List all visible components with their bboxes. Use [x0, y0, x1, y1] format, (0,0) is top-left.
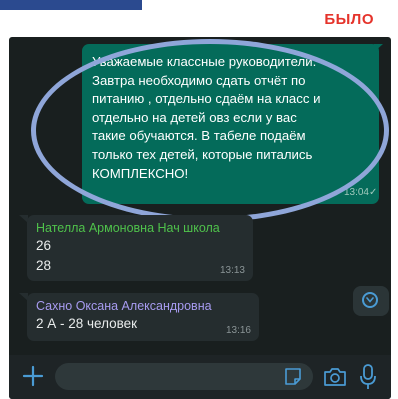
scroll-to-bottom-button[interactable] [353, 286, 389, 316]
microphone-icon[interactable] [358, 363, 378, 391]
before-label: БЫЛО [324, 11, 374, 28]
incoming-message[interactable]: Нателла Армоновна Нач школа 26 28 13:13 [27, 215, 253, 281]
message-line: 28 [36, 258, 52, 273]
chevron-down-icon [362, 292, 378, 308]
camera-icon[interactable] [323, 366, 347, 388]
message-input[interactable] [55, 363, 313, 390]
sticker-icon[interactable] [283, 367, 303, 387]
double-check-icon: ✓ [369, 187, 378, 198]
outgoing-message[interactable]: Уважаемые классные руководители. Завтра … [82, 44, 379, 204]
sender-name[interactable]: Сахно Оксана Александровна [36, 298, 250, 314]
message-line: питанию , отдельно сдаём на класс и [92, 91, 321, 107]
incoming-message[interactable]: Сахно Оксана Александровна 2 А - 28 чело… [27, 293, 259, 341]
message-line: 2 А - 28 человек [36, 316, 138, 331]
message-time: 13:04 [343, 187, 369, 198]
message-line: отдельно на детей овз если у вас [92, 109, 297, 125]
composer-bar [9, 355, 391, 399]
message-line: такие обучаются. В табеле подаём [92, 128, 306, 144]
message-time: 13:13 [219, 265, 245, 276]
message-time: 13:16 [225, 325, 251, 336]
message-line: только тех детей, которые питались [92, 146, 313, 162]
message-line: КОМПЛЕКСНО! [92, 165, 189, 181]
corner-decoration [0, 0, 142, 10]
chat-screen: Уважаемые классные руководители. Завтра … [9, 37, 391, 399]
message-line: Завтра необходимо сдать отчёт по [92, 72, 306, 88]
plus-icon[interactable] [21, 364, 45, 388]
message-line: Уважаемые классные руководители. [92, 54, 317, 69]
message-line: 26 [36, 238, 52, 253]
sender-name[interactable]: Нателла Армоновна Нач школа [36, 220, 244, 236]
